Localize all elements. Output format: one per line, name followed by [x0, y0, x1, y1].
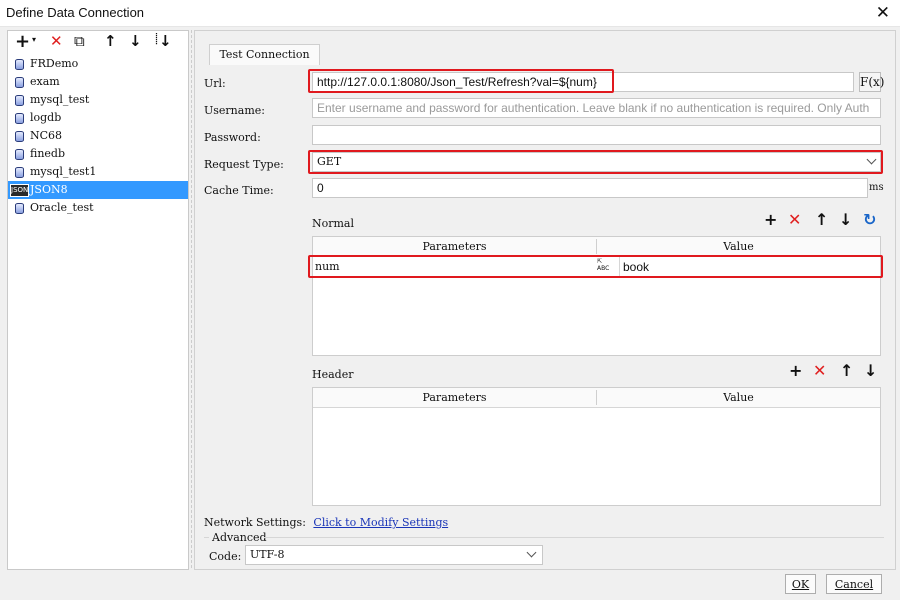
tree-item-label: finedb — [30, 147, 66, 160]
database-icon — [15, 59, 24, 70]
window-title: Define Data Connection — [6, 5, 145, 20]
param-row-highlight — [308, 255, 883, 278]
ok-button-label: OK — [791, 578, 810, 591]
normal-toolbar: + ✕ ↑ ↓ ↻ — [760, 210, 885, 232]
move-up-icon[interactable]: ↑ — [104, 32, 117, 50]
ok-button[interactable]: OK — [785, 574, 816, 594]
group-line — [264, 537, 884, 538]
move-down-icon[interactable]: ↓ — [864, 361, 877, 380]
sort-arrow-icon: ↓ — [159, 32, 172, 50]
add-dropdown-chevron-icon[interactable]: ▾ — [32, 35, 36, 44]
delete-connection-icon[interactable]: ✕ — [50, 32, 63, 50]
tree-item-mysql-test1[interactable]: mysql_test1 — [8, 163, 188, 181]
add-param-icon[interactable]: + — [764, 210, 777, 229]
username-input[interactable]: Enter username and password for authenti… — [312, 98, 881, 118]
chevron-shape — [866, 154, 877, 165]
refresh-icon[interactable]: ↻ — [863, 210, 876, 229]
group-line — [204, 537, 209, 538]
code-value: UTF-8 — [250, 548, 285, 561]
tree-item-exam[interactable]: exam — [8, 73, 188, 91]
password-input[interactable] — [312, 125, 881, 145]
chevron-down-icon[interactable] — [864, 154, 880, 170]
database-icon — [15, 131, 24, 142]
database-icon — [15, 77, 24, 88]
move-up-icon[interactable]: ↑ — [840, 361, 853, 380]
move-down-icon[interactable]: ↓ — [839, 210, 852, 229]
code-label: Code: — [209, 550, 242, 563]
delete-header-icon[interactable]: ✕ — [813, 361, 826, 380]
tree-item-mysql-test[interactable]: mysql_test — [8, 91, 188, 109]
connection-list-panel: + ▾ ✕ ⧉ ↑ ↓ ⋮ ⋮ ↓ FRDemo exam mysql_test … — [7, 30, 189, 570]
tree-item-finedb[interactable]: finedb — [8, 145, 188, 163]
parameters-column-header[interactable]: Parameters — [313, 237, 596, 256]
test-connection-button[interactable]: Test Connection — [209, 44, 320, 65]
database-icon — [15, 167, 24, 178]
panel-divider[interactable] — [187, 30, 192, 568]
modify-settings-link[interactable]: Click to Modify Settings — [313, 516, 448, 529]
database-icon — [15, 113, 24, 124]
tree-item-label: mysql_test — [30, 93, 90, 106]
close-icon[interactable]: ✕ — [876, 3, 890, 23]
database-icon — [15, 203, 24, 214]
cancel-button-label: Cancel — [834, 578, 874, 591]
copy-connection-icon[interactable]: ⧉ — [74, 32, 85, 50]
tree-item-label: mysql_test1 — [30, 165, 97, 178]
tree-item-nc68[interactable]: NC68 — [8, 127, 188, 145]
username-label: Username: — [204, 104, 265, 117]
add-connection-icon[interactable]: + — [15, 31, 30, 52]
tree-item-logdb[interactable]: logdb — [8, 109, 188, 127]
tree-item-label: logdb — [30, 111, 62, 124]
table-header: Parameters Value — [313, 388, 880, 408]
move-up-icon[interactable]: ↑ — [815, 210, 828, 229]
chevron-down-icon[interactable] — [524, 547, 540, 563]
password-label: Password: — [204, 131, 261, 144]
tree-item-json8[interactable]: JSON JSON8 — [8, 181, 188, 199]
connection-tree: FRDemo exam mysql_test logdb NC68 finedb… — [8, 55, 188, 217]
url-highlight — [308, 69, 614, 93]
add-header-icon[interactable]: + — [789, 361, 802, 380]
cache-time-unit: ms — [869, 182, 884, 193]
tree-item-label: exam — [30, 75, 60, 88]
move-down-icon[interactable]: ↓ — [129, 32, 142, 50]
parameters-column-header[interactable]: Parameters — [313, 388, 596, 407]
header-params-table: Parameters Value — [312, 387, 881, 506]
tree-item-oracle-test[interactable]: Oracle_test — [8, 199, 188, 217]
tree-item-label: JSON8 — [30, 183, 68, 196]
title-bar: Define Data Connection ✕ — [0, 0, 900, 27]
connection-toolbar: + ▾ ✕ ⧉ ↑ ↓ ⋮ ⋮ ↓ — [8, 31, 188, 53]
request-type-label: Request Type: — [204, 158, 284, 171]
table-header: Parameters Value — [313, 237, 880, 257]
value-column-header[interactable]: Value — [597, 388, 880, 407]
normal-params-table: Parameters Value num ⇱ ABC book — [312, 236, 881, 356]
header-toolbar: + ✕ ↑ ↓ — [786, 361, 886, 383]
formula-button[interactable]: F(x) — [859, 72, 884, 92]
code-select[interactable]: UTF-8 — [245, 545, 543, 565]
cancel-button[interactable]: Cancel — [826, 574, 882, 594]
tree-item-label: Oracle_test — [30, 201, 94, 214]
network-settings-label: Network Settings: — [204, 516, 306, 529]
cache-time-input[interactable]: 0 — [312, 178, 868, 198]
tree-item-label: NC68 — [30, 129, 63, 142]
tree-item-frdemo[interactable]: FRDemo — [8, 55, 188, 73]
database-icon — [15, 149, 24, 160]
value-column-header[interactable]: Value — [597, 237, 880, 256]
header-section-title: Header — [312, 368, 354, 381]
advanced-group-title: Advanced — [212, 531, 267, 544]
json-icon: JSON — [10, 184, 29, 197]
tree-item-label: FRDemo — [30, 57, 79, 70]
cache-time-label: Cache Time: — [204, 184, 274, 197]
url-label: Url: — [204, 77, 226, 90]
delete-param-icon[interactable]: ✕ — [788, 210, 801, 229]
normal-section-title: Normal — [312, 217, 355, 230]
database-icon — [15, 95, 24, 106]
network-settings-row: Network Settings: Click to Modify Settin… — [204, 516, 448, 529]
request-type-highlight — [308, 150, 883, 174]
chevron-shape — [526, 547, 537, 558]
